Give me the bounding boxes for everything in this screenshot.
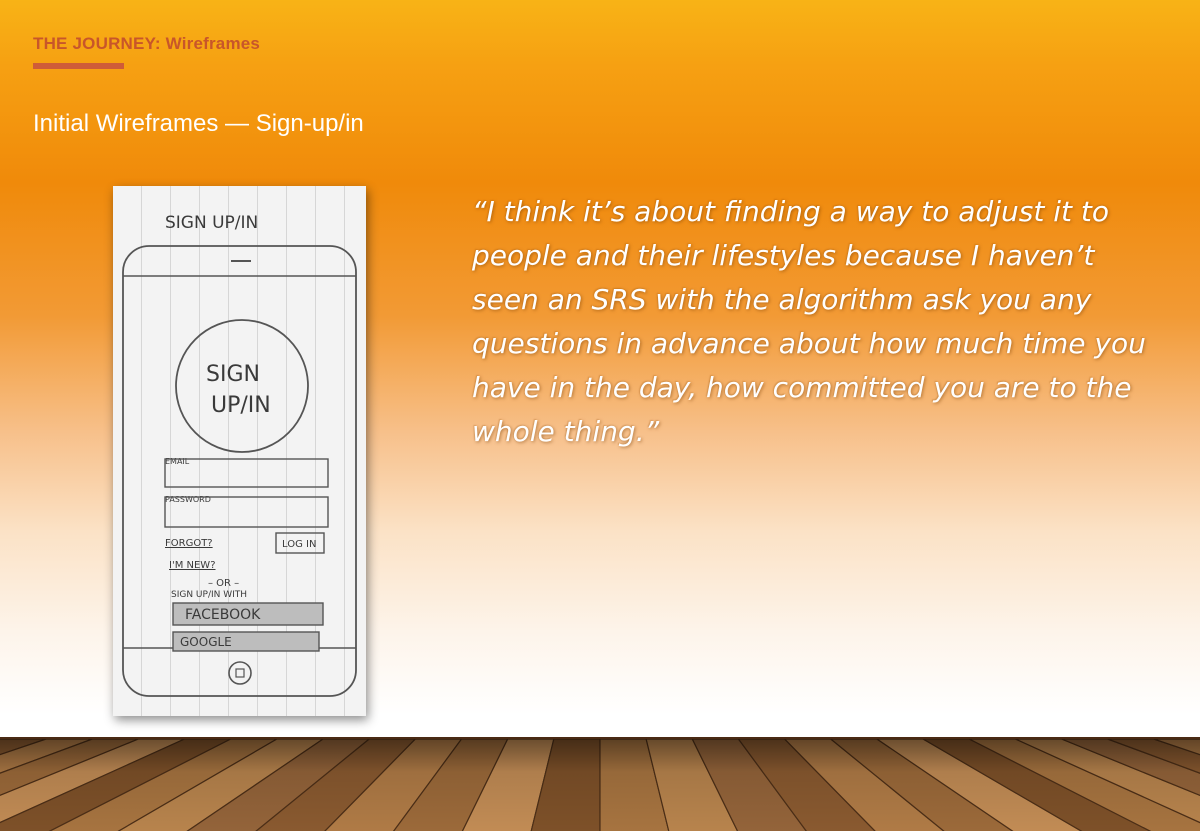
sketch-or: – OR – xyxy=(208,578,239,589)
sketch-email-field xyxy=(164,458,329,488)
user-quote: “I think it’s about finding a way to adj… xyxy=(472,195,1146,448)
wireframe-sketch-drawing: SIGN UP/IN SIGN UP/IN EMAIL PASSWORD FOR… xyxy=(122,213,357,697)
section-header: THE JOURNEY: Wireframes xyxy=(33,34,261,53)
sketch-new: I'M NEW? xyxy=(169,560,216,571)
sketch-circle-line1: SIGN xyxy=(206,362,260,387)
wireframe-sketch: SIGN UP/IN SIGN UP/IN EMAIL PASSWORD FOR… xyxy=(113,186,366,716)
slide: THE JOURNEY: Wireframes Initial Wirefram… xyxy=(0,0,1200,831)
sketch-phone-outline xyxy=(122,245,357,697)
sketch-facebook-label: FACEBOOK xyxy=(185,607,261,623)
header-underline xyxy=(33,63,124,69)
sketch-forgot: FORGOT? xyxy=(165,538,213,549)
sketch-with: SIGN UP/IN WITH xyxy=(171,590,247,600)
sketch-home-button xyxy=(228,661,252,685)
sketch-google-label: GOOGLE xyxy=(180,635,232,649)
sketch-circle-line2: UP/IN xyxy=(211,393,271,418)
wood-floor xyxy=(0,737,1200,831)
sketch-login-label: LOG IN xyxy=(282,539,316,550)
slide-subtitle: Initial Wireframes — Sign-up/in xyxy=(33,110,364,137)
sketch-title: SIGN UP/IN xyxy=(165,213,258,233)
wood-floor-planks xyxy=(0,739,1200,831)
